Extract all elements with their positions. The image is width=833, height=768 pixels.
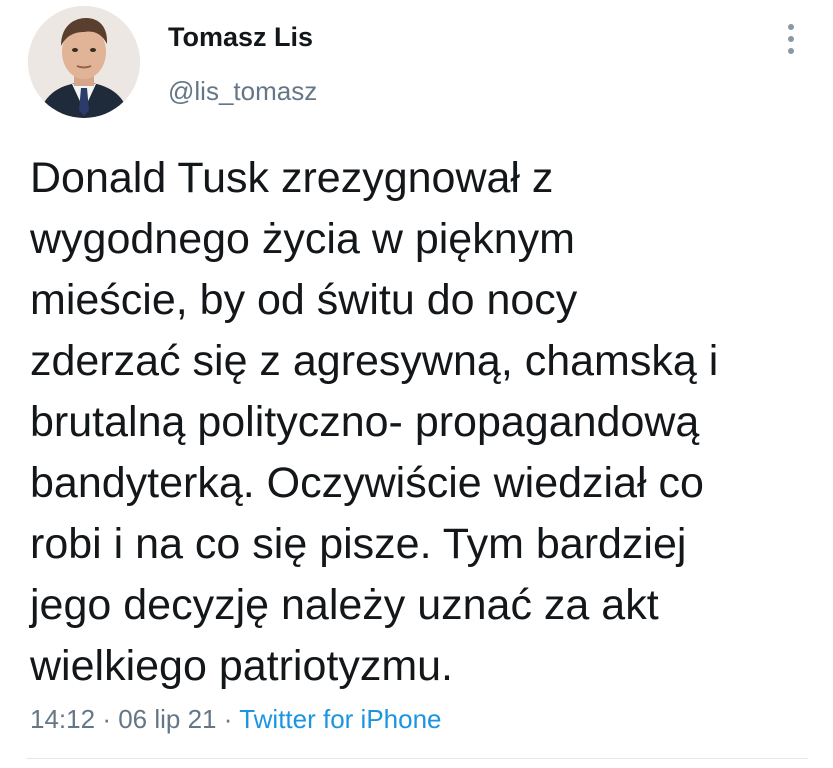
tweet-meta: 14:12 · 06 lip 21 · Twitter for iPhone bbox=[30, 704, 442, 735]
author-name[interactable]: Tomasz Lis bbox=[168, 22, 313, 53]
tweet-text: Donald Tusk zrezygnował z wygodnego życi… bbox=[30, 154, 719, 690]
author-handle[interactable]: @lis_tomasz bbox=[168, 76, 317, 107]
tweet-date[interactable]: 06 lip 21 bbox=[118, 704, 216, 734]
avatar-image bbox=[28, 6, 140, 118]
meta-separator: · bbox=[223, 704, 233, 734]
avatar[interactable] bbox=[28, 6, 140, 118]
more-vertical-icon[interactable] bbox=[780, 22, 802, 56]
meta-separator: · bbox=[102, 704, 111, 734]
tweet-card: Tomasz Lis @lis_tomasz Donald Tusk zrezy… bbox=[0, 0, 833, 768]
divider bbox=[26, 758, 808, 759]
tweet-source-link[interactable]: Twitter for iPhone bbox=[239, 704, 441, 734]
tweet-time[interactable]: 14:12 bbox=[30, 704, 95, 734]
